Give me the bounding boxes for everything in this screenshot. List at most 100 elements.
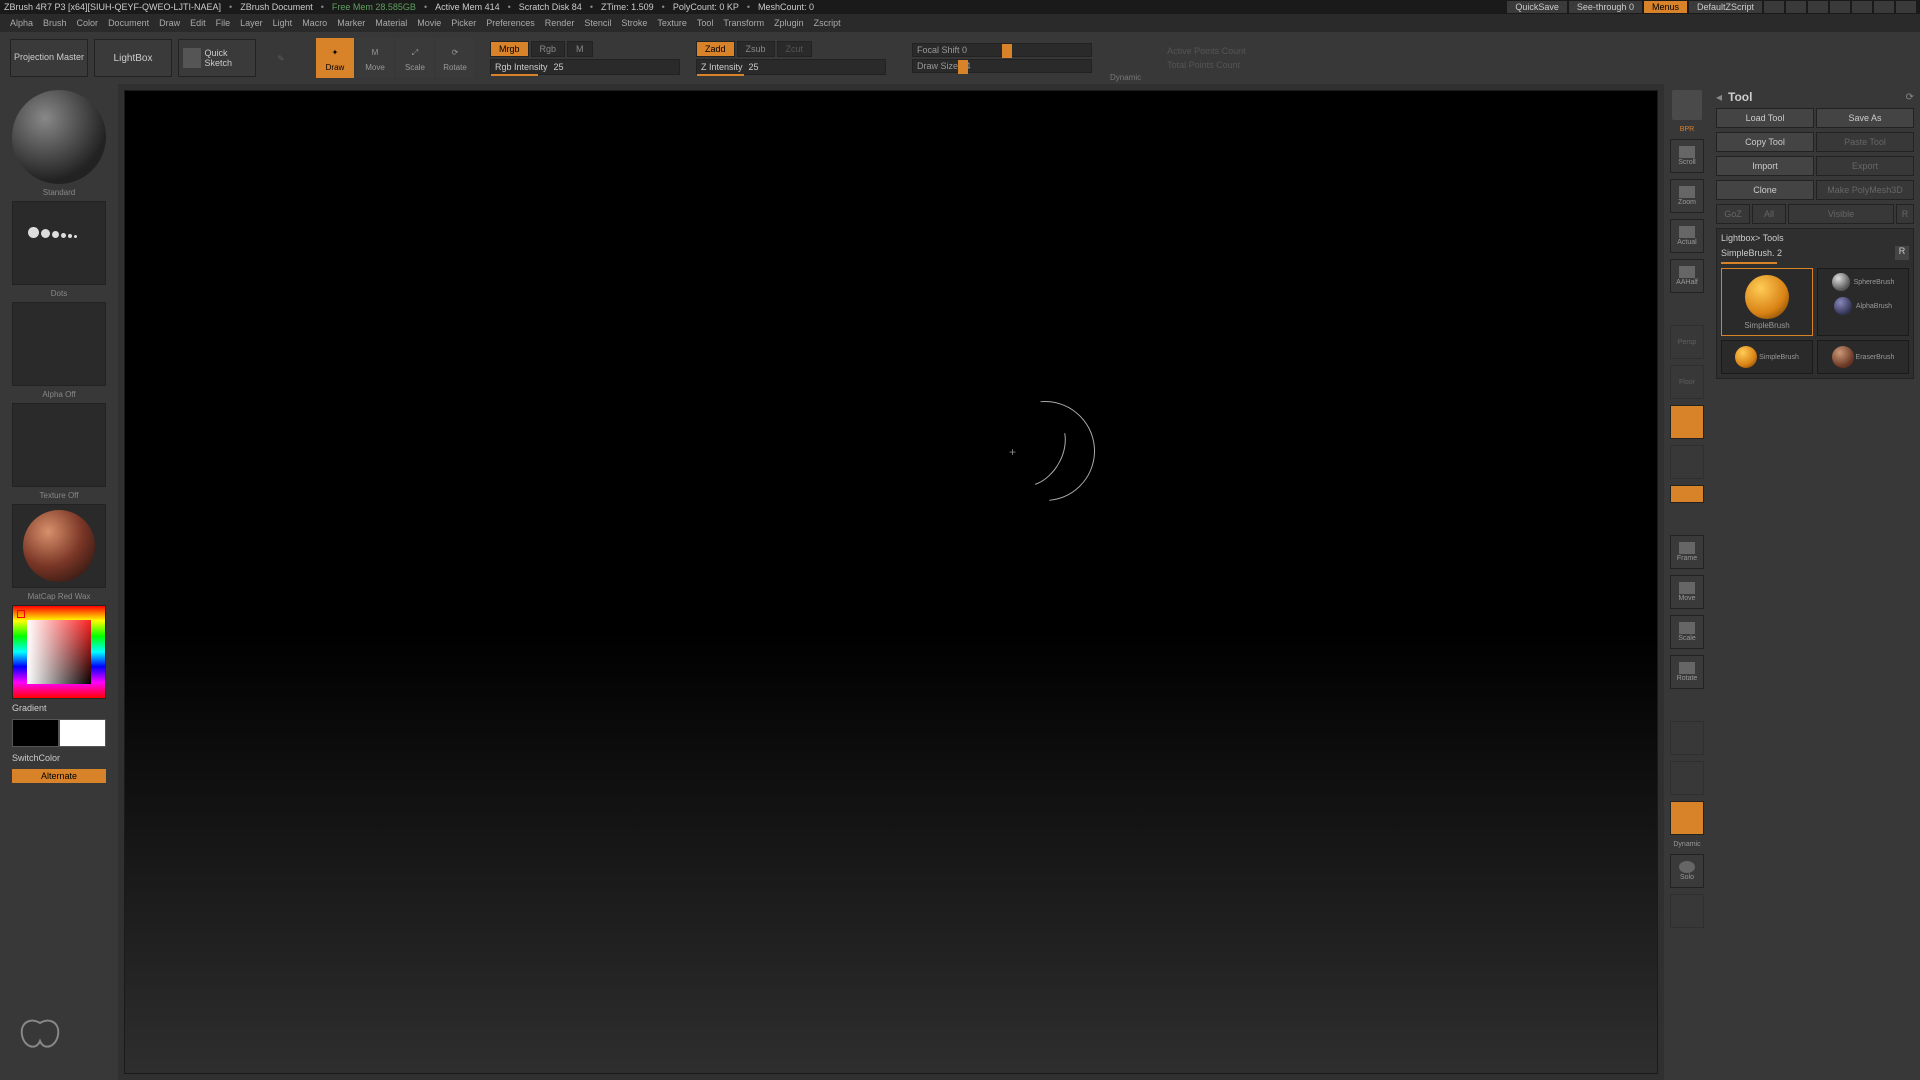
lc-button[interactable] xyxy=(1670,445,1704,479)
solo-button[interactable]: Solo xyxy=(1670,854,1704,888)
draw-size-slider[interactable]: Draw Size 64 xyxy=(912,59,1092,73)
tool-quickpick[interactable]: SphereBrush AlphaBrush xyxy=(1817,268,1909,336)
local-button[interactable] xyxy=(1670,405,1704,439)
polyframe-button[interactable] xyxy=(1670,721,1704,755)
tool-pin-icon[interactable]: ⟳ xyxy=(1906,92,1914,103)
menu-tool[interactable]: Tool xyxy=(697,18,714,28)
maximize-icon[interactable] xyxy=(1874,1,1894,13)
paste-tool-button[interactable]: Paste Tool xyxy=(1816,132,1914,152)
menu-stroke[interactable]: Stroke xyxy=(621,18,647,28)
nav-scale-button[interactable]: Scale xyxy=(1670,615,1704,649)
menu-light[interactable]: Light xyxy=(273,18,293,28)
dynamic-button[interactable] xyxy=(1670,801,1704,835)
bpr-label[interactable]: BPR xyxy=(1680,126,1694,133)
xpose-button[interactable] xyxy=(1670,894,1704,928)
tool-simplebrush-small[interactable]: SimpleBrush xyxy=(1721,340,1813,374)
menu-draw[interactable]: Draw xyxy=(159,18,180,28)
window-icon-1[interactable] xyxy=(1764,1,1784,13)
lightbox-tools-header[interactable]: Lightbox> Tools xyxy=(1721,233,1909,243)
load-tool-button[interactable]: Load Tool xyxy=(1716,108,1814,128)
zsub-toggle[interactable]: Zsub xyxy=(737,41,775,57)
stroke-thumbnail[interactable] xyxy=(12,201,106,285)
menu-edit[interactable]: Edit xyxy=(190,18,206,28)
gradient-toggle[interactable]: Gradient xyxy=(12,703,106,713)
close-icon[interactable] xyxy=(1896,1,1916,13)
zadd-toggle[interactable]: Zadd xyxy=(696,41,735,57)
material-thumbnail[interactable] xyxy=(12,504,106,588)
import-button[interactable]: Import xyxy=(1716,156,1814,176)
quick-sketch-button[interactable]: Quick Sketch xyxy=(178,39,256,77)
texture-thumbnail[interactable] xyxy=(12,403,106,487)
dynamic-label[interactable]: Dynamic xyxy=(1110,73,1141,82)
menu-picker[interactable]: Picker xyxy=(451,18,476,28)
aahalf-button[interactable]: AAHalf xyxy=(1670,259,1704,293)
zcut-toggle[interactable]: Zcut xyxy=(777,41,813,57)
menus-toggle[interactable]: Menus xyxy=(1644,1,1687,13)
m-toggle[interactable]: M xyxy=(567,41,593,57)
clone-button[interactable]: Clone xyxy=(1716,180,1814,200)
primary-color-swatch[interactable] xyxy=(59,719,106,747)
goz-all-button[interactable]: All xyxy=(1752,204,1786,224)
move-mode-button[interactable]: M Move xyxy=(356,38,394,78)
alternate-button[interactable]: Alternate xyxy=(12,769,106,783)
projection-master-button[interactable]: Projection Master xyxy=(10,39,88,77)
menu-zscript[interactable]: Zscript xyxy=(814,18,841,28)
goz-r-button[interactable]: R xyxy=(1896,204,1914,224)
menu-brush[interactable]: Brush xyxy=(43,18,67,28)
mrgb-toggle[interactable]: Mrgb xyxy=(490,41,529,57)
window-icon-3[interactable] xyxy=(1808,1,1828,13)
tool-eraserbrush[interactable]: EraserBrush xyxy=(1817,340,1909,374)
nav-move-button[interactable]: Move xyxy=(1670,575,1704,609)
zoom-button[interactable]: Zoom xyxy=(1670,179,1704,213)
goz-visible-button[interactable]: Visible xyxy=(1788,204,1894,224)
scale-mode-button[interactable]: ⤢ Scale xyxy=(396,38,434,78)
secondary-color-swatch[interactable] xyxy=(12,719,59,747)
menu-transform[interactable]: Transform xyxy=(723,18,764,28)
alpha-thumbnail[interactable] xyxy=(12,302,106,386)
ghost-button[interactable] xyxy=(1670,761,1704,795)
menu-zplugin[interactable]: Zplugin xyxy=(774,18,804,28)
window-icon-2[interactable] xyxy=(1786,1,1806,13)
menu-marker[interactable]: Marker xyxy=(337,18,365,28)
seethrough-slider[interactable]: See-through 0 xyxy=(1569,1,1642,13)
nav-rotate-button[interactable]: Rotate xyxy=(1670,655,1704,689)
xyz-button[interactable] xyxy=(1670,485,1704,503)
tool-collapse-icon[interactable]: ◂ xyxy=(1716,90,1722,104)
export-button[interactable]: Export xyxy=(1816,156,1914,176)
menu-render[interactable]: Render xyxy=(545,18,575,28)
tool-r-button[interactable]: R xyxy=(1895,246,1909,260)
menu-file[interactable]: File xyxy=(216,18,231,28)
menu-preferences[interactable]: Preferences xyxy=(486,18,535,28)
menu-layer[interactable]: Layer xyxy=(240,18,263,28)
menu-macro[interactable]: Macro xyxy=(302,18,327,28)
focal-shift-slider[interactable]: Focal Shift 0 xyxy=(912,43,1092,57)
draw-mode-button[interactable]: ✦ Draw xyxy=(316,38,354,78)
frame-button[interactable]: Frame xyxy=(1670,535,1704,569)
window-icon-4[interactable] xyxy=(1830,1,1850,13)
z-intensity-slider[interactable]: Z Intensity 25 xyxy=(696,59,886,75)
render-thumbnail[interactable] xyxy=(1672,90,1702,120)
scroll-button[interactable]: Scroll xyxy=(1670,139,1704,173)
rgb-toggle[interactable]: Rgb xyxy=(531,41,566,57)
menu-stencil[interactable]: Stencil xyxy=(584,18,611,28)
make-polymesh-button[interactable]: Make PolyMesh3D xyxy=(1816,180,1914,200)
menu-alpha[interactable]: Alpha xyxy=(10,18,33,28)
color-picker[interactable] xyxy=(12,605,106,699)
floor-button[interactable]: Floor xyxy=(1670,365,1704,399)
actual-button[interactable]: Actual xyxy=(1670,219,1704,253)
menu-material[interactable]: Material xyxy=(375,18,407,28)
rgb-intensity-slider[interactable]: Rgb Intensity 25 xyxy=(490,59,680,75)
rotate-mode-button[interactable]: ⟳ Rotate xyxy=(436,38,474,78)
copy-tool-button[interactable]: Copy Tool xyxy=(1716,132,1814,152)
menu-movie[interactable]: Movie xyxy=(417,18,441,28)
switchcolor-button[interactable]: SwitchColor xyxy=(12,753,106,763)
quicksave-button[interactable]: QuickSave xyxy=(1507,1,1567,13)
tool-simplebrush-large[interactable]: SimpleBrush xyxy=(1721,268,1813,336)
menu-color[interactable]: Color xyxy=(77,18,99,28)
brush-thumbnail[interactable] xyxy=(12,90,106,184)
goz-button[interactable]: GoZ xyxy=(1716,204,1750,224)
lightbox-button[interactable]: LightBox xyxy=(94,39,172,77)
document-canvas[interactable]: + xyxy=(124,90,1658,1074)
default-zscript[interactable]: DefaultZScript xyxy=(1689,1,1762,13)
minimize-icon[interactable] xyxy=(1852,1,1872,13)
